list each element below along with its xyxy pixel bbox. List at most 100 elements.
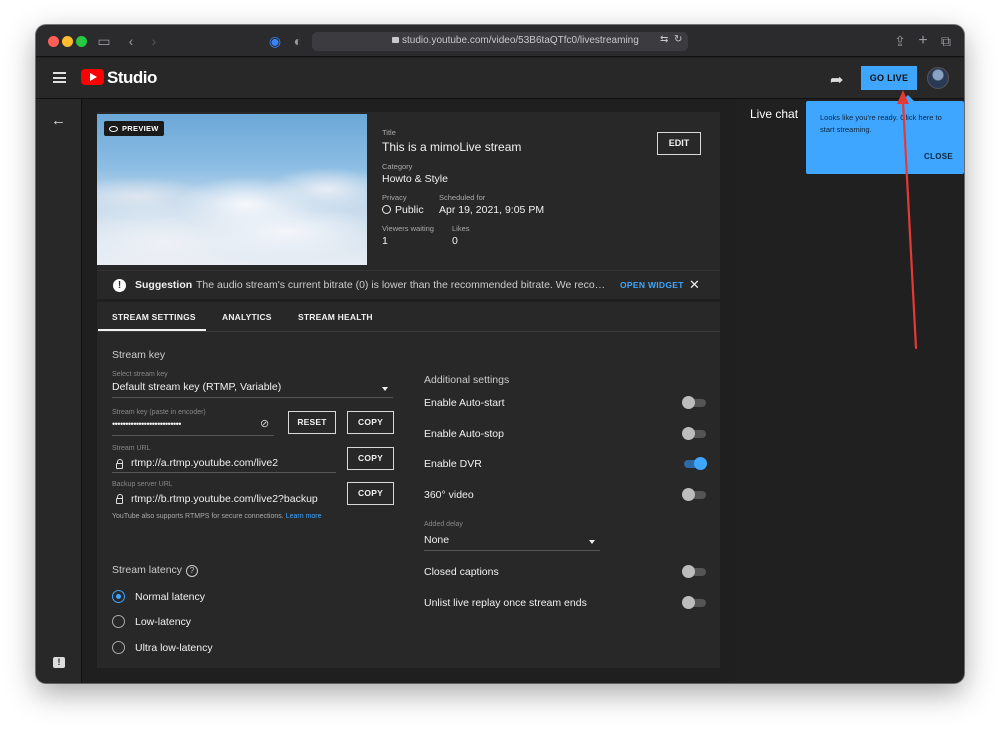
radio-ultra-low-latency[interactable] <box>112 641 125 654</box>
visibility-off-icon[interactable]: ⊘ <box>260 417 269 430</box>
copy-key-button[interactable]: COPY <box>347 411 394 434</box>
lock-icon <box>116 494 123 504</box>
zoom-window-button[interactable] <box>76 36 87 47</box>
viewers-label: Viewers waiting <box>382 224 434 233</box>
auto-stop-toggle[interactable] <box>682 427 706 440</box>
likes-value: 0 <box>452 235 458 247</box>
category-label: Category <box>382 162 413 171</box>
url-underline <box>112 472 336 473</box>
address-bar[interactable]: studio.youtube.com/video/53B6taQTfc0/liv… <box>312 32 688 51</box>
low-latency-label: Low-latency <box>135 616 192 628</box>
tooltip-close-button[interactable]: CLOSE <box>924 152 953 161</box>
delay-underline <box>424 550 600 551</box>
settings-tabs: STREAM SETTINGS ANALYTICS STREAM HEALTH <box>97 302 720 332</box>
help-icon[interactable]: ? <box>186 565 199 577</box>
close-icon[interactable]: ✕ <box>689 277 700 293</box>
eye-icon <box>109 126 118 132</box>
go-live-tooltip: Looks like you're ready. Click here to s… <box>806 95 964 174</box>
additional-settings-title: Additional settings <box>424 374 510 386</box>
privacy-shield-icon[interactable]: ◐ <box>290 33 306 49</box>
auto-start-toggle[interactable] <box>682 396 706 409</box>
tab-stream-settings[interactable]: STREAM SETTINGS <box>112 312 196 322</box>
stream-key-select[interactable]: Default stream key (RTMP, Variable) <box>112 381 281 393</box>
rtmps-note-text: YouTube also supports RTMPS for secure c… <box>112 513 284 520</box>
copy-url-button[interactable]: COPY <box>347 447 394 470</box>
preview-thumbnail: PREVIEW <box>97 114 367 265</box>
tab-stream-health[interactable]: STREAM HEALTH <box>298 312 373 322</box>
captions-label: Closed captions <box>424 566 499 578</box>
stream-title: This is a mimoLive stream <box>382 140 522 154</box>
share-icon[interactable]: ⇪ <box>892 33 908 49</box>
ultra-low-latency-label: Ultra low-latency <box>135 642 213 654</box>
active-tab-indicator <box>98 329 206 331</box>
privacy-text: Public <box>395 204 424 216</box>
go-live-button[interactable]: GO LIVE <box>861 66 917 90</box>
share-arrow-icon[interactable]: ➦ <box>830 70 843 90</box>
privacy-label: Privacy <box>382 193 407 202</box>
copy-backup-button[interactable]: COPY <box>347 482 394 505</box>
scheduled-value: Apr 19, 2021, 9:05 PM <box>439 204 545 216</box>
back-nav-icon[interactable]: ‹ <box>123 33 139 49</box>
stream-url-field[interactable]: rtmp://a.rtmp.youtube.com/live2 <box>131 457 278 469</box>
lock-icon <box>116 459 123 469</box>
key-field-label: Stream key (paste in encoder) <box>112 409 206 416</box>
suggestion-title: Suggestion <box>135 279 193 291</box>
forward-nav-icon[interactable]: › <box>146 33 162 49</box>
minimize-window-button[interactable] <box>62 36 73 47</box>
select-key-label: Select stream key <box>112 371 168 378</box>
new-tab-icon[interactable]: + <box>915 33 931 49</box>
scheduled-label: Scheduled for <box>439 193 486 202</box>
password-extension-icon[interactable]: ◉ <box>267 33 283 49</box>
reload-icon[interactable]: ↻ <box>674 34 682 45</box>
latency-title: Stream latency? <box>112 564 199 577</box>
key-underline <box>112 435 274 436</box>
video-360-toggle[interactable] <box>682 488 706 501</box>
tab-overview-icon[interactable]: ⧉ <box>938 33 954 49</box>
edit-button[interactable]: EDIT <box>657 132 701 155</box>
delay-select[interactable]: None <box>424 534 449 546</box>
back-arrow-icon[interactable]: ← <box>51 112 66 129</box>
stream-key-title: Stream key <box>112 349 166 361</box>
chevron-down-icon[interactable] <box>589 540 595 544</box>
live-chat-panel: Live chat <box>735 99 964 683</box>
rtmps-note: YouTube also supports RTMPS for secure c… <box>112 513 321 520</box>
title-label: Title <box>382 128 396 137</box>
select-underline <box>112 397 393 398</box>
unlist-label: Unlist live replay once stream ends <box>424 597 587 609</box>
privacy-value: Public <box>382 204 424 216</box>
youtube-logo-icon[interactable] <box>81 69 104 85</box>
studio-brand[interactable]: Studio <box>107 68 157 88</box>
translate-icon[interactable]: ⇆ <box>660 34 668 45</box>
learn-more-link[interactable]: Learn more <box>286 513 322 520</box>
suggestion-text: The audio stream's current bitrate (0) i… <box>196 279 613 291</box>
stream-key-field[interactable]: •••••••••••••••••••••••••• <box>112 419 181 429</box>
auto-stop-label: Enable Auto-stop <box>424 428 504 440</box>
menu-icon[interactable] <box>53 72 66 83</box>
sidebar-toggle-icon[interactable]: ▭ <box>96 33 112 49</box>
tab-analytics[interactable]: ANALYTICS <box>222 312 272 322</box>
viewers-value: 1 <box>382 235 388 247</box>
suggestion-banner: ! Suggestion The audio stream's current … <box>97 270 720 299</box>
captions-toggle[interactable] <box>682 565 706 578</box>
radio-normal-latency[interactable] <box>112 590 125 603</box>
close-window-button[interactable] <box>48 36 59 47</box>
browser-toolbar: ▭ ‹ › ◉ ◐ studio.youtube.com/video/53B6t… <box>36 25 964 57</box>
url-text: studio.youtube.com/video/53B6taQTfc0/liv… <box>402 35 639 46</box>
globe-icon <box>382 205 391 214</box>
avatar[interactable] <box>927 67 949 89</box>
stream-settings-panel: STREAM SETTINGS ANALYTICS STREAM HEALTH … <box>97 302 720 668</box>
unlist-toggle[interactable] <box>682 596 706 609</box>
feedback-icon[interactable]: ! <box>53 657 65 668</box>
backup-url-field[interactable]: rtmp://b.rtmp.youtube.com/live2?backup <box>131 493 318 505</box>
dvr-label: Enable DVR <box>424 458 482 470</box>
open-widget-link[interactable]: OPEN WIDGET <box>620 280 684 290</box>
dvr-toggle[interactable] <box>684 457 707 470</box>
radio-low-latency[interactable] <box>112 615 125 628</box>
reset-button[interactable]: RESET <box>288 411 336 434</box>
url-label: Stream URL <box>112 445 151 452</box>
likes-label: Likes <box>452 224 470 233</box>
chevron-down-icon[interactable] <box>382 387 388 391</box>
delay-label: Added delay <box>424 521 463 528</box>
latency-title-text: Stream latency <box>112 564 183 576</box>
tooltip-text: Looks like you're ready. Click here to s… <box>820 113 942 134</box>
